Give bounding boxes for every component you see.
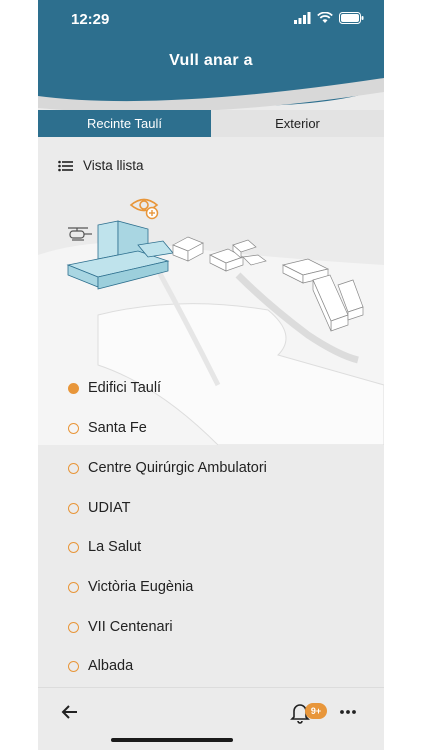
- notification-badge: 9+: [305, 703, 327, 719]
- view-list-toggle[interactable]: Vista llista: [58, 158, 144, 173]
- radio-button[interactable]: [68, 621, 79, 633]
- signal-icon: [294, 12, 311, 24]
- list-item[interactable]: La Salut: [68, 537, 141, 557]
- home-indicator: [111, 738, 233, 742]
- more-options-icon[interactable]: [338, 702, 358, 722]
- radio-button[interactable]: [68, 422, 79, 434]
- back-arrow-icon[interactable]: [60, 702, 80, 722]
- tab-exterior[interactable]: Exterior: [211, 110, 384, 137]
- tab-bar: Recinte Taulí Exterior: [38, 110, 384, 137]
- radio-button[interactable]: [68, 502, 79, 514]
- wifi-icon: [317, 12, 333, 23]
- radio-button[interactable]: [68, 462, 79, 474]
- list-icon: [58, 160, 73, 171]
- radio-selected[interactable]: [68, 382, 79, 394]
- list-item[interactable]: Edifici Taulí: [68, 378, 161, 398]
- app-screen: 12:29 Vull anar a Recinte Taulí Exterior…: [38, 0, 384, 750]
- list-item-label: Centre Quirúrgic Ambulatori: [88, 460, 267, 476]
- page-title: Vull anar a: [169, 52, 253, 69]
- list-item-label: Victòria Eugènia: [88, 579, 194, 595]
- battery-icon: [339, 12, 364, 24]
- status-time: 12:29: [71, 11, 110, 28]
- list-item-label: VII Centenari: [88, 619, 173, 635]
- list-item[interactable]: Santa Fe: [68, 418, 147, 438]
- status-icons: [294, 12, 364, 24]
- radio-button[interactable]: [68, 660, 79, 672]
- list-item-label: Santa Fe: [88, 420, 147, 436]
- list-item-label: Albada: [88, 658, 134, 674]
- list-item[interactable]: UDIAT: [68, 498, 130, 518]
- list-item[interactable]: Victòria Eugènia: [68, 577, 193, 597]
- list-item[interactable]: Albada: [68, 656, 133, 676]
- list-item-label: UDIAT: [88, 500, 131, 516]
- list-item-label: Edifici Taulí: [88, 380, 162, 396]
- list-item[interactable]: VII Centenari: [68, 617, 173, 637]
- list-item[interactable]: Centre Quirúrgic Ambulatori: [68, 458, 267, 478]
- radio-button[interactable]: [68, 541, 79, 553]
- radio-button[interactable]: [68, 581, 79, 593]
- header: 12:29 Vull anar a: [38, 0, 384, 112]
- tab-recinte-tauli[interactable]: Recinte Taulí: [38, 110, 211, 137]
- eye-location-icon[interactable]: [129, 198, 159, 220]
- campus-map[interactable]: [38, 185, 384, 445]
- helicopter-icon: [68, 227, 92, 241]
- view-list-label: Vista llista: [83, 158, 144, 173]
- list-item-label: La Salut: [88, 539, 142, 555]
